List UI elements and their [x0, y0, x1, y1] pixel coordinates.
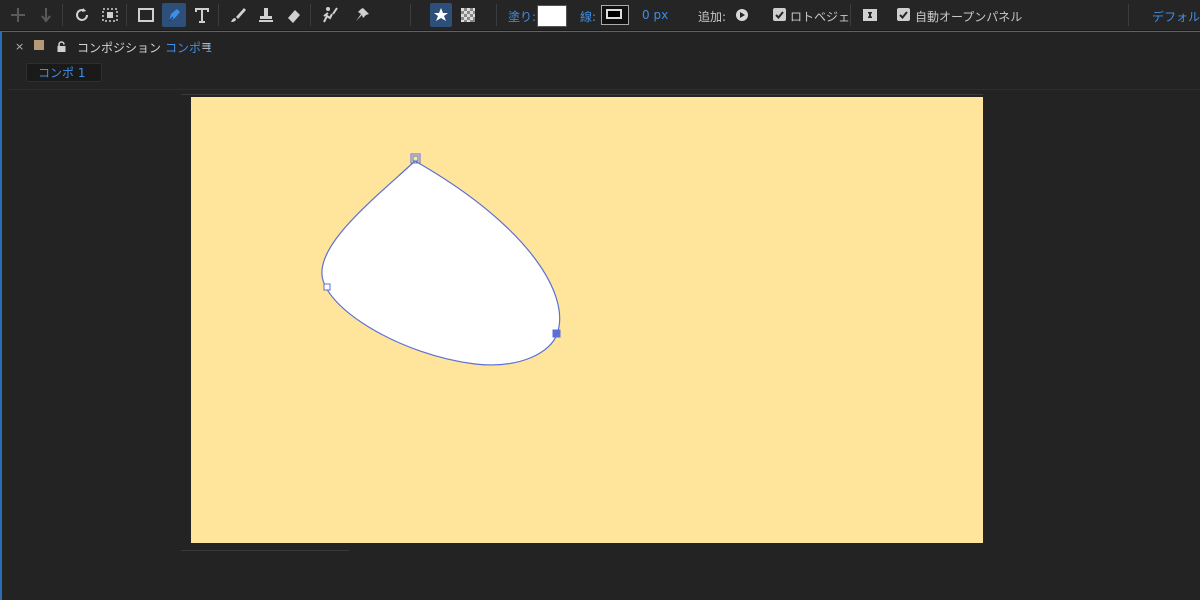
pan-behind-tool-icon[interactable] [98, 3, 122, 27]
clone-stamp-tool-icon[interactable] [254, 3, 278, 27]
shape-layer-svg [321, 153, 561, 366]
tools-toolbar: 塗り: 線: 0 px 追加: ロトベジェ 自動オープンパネル デフォルト [0, 0, 1200, 31]
vertex-bottom-right-handle[interactable] [552, 329, 561, 338]
panel-focus-border [0, 31, 1200, 32]
fill-label[interactable]: 塗り: [508, 8, 536, 25]
eraser-tool-icon[interactable] [282, 3, 306, 27]
rotobezier-checkbox[interactable] [773, 8, 786, 21]
star-fill-option-icon[interactable] [430, 3, 452, 27]
brush-tool-icon[interactable] [226, 3, 250, 27]
checker-transparency-icon[interactable] [457, 3, 479, 27]
add-label: 追加: [698, 10, 727, 24]
type-tool-icon[interactable] [190, 3, 214, 27]
fill-color-swatch[interactable] [537, 5, 567, 27]
pen-tool-icon[interactable] [162, 3, 186, 27]
rotobezier-label: ロトベジェ [790, 10, 851, 24]
add-play-icon[interactable] [734, 3, 750, 27]
panel-title-prefix: コンポジション [77, 41, 162, 55]
mask-shape-path[interactable] [321, 160, 561, 366]
close-panel-icon[interactable]: × [15, 40, 24, 53]
rotate-tool-icon[interactable] [70, 3, 94, 27]
auto-open-panel-checkbox[interactable] [897, 8, 910, 21]
toggle-panel-icon[interactable] [860, 3, 880, 27]
viewer-divider [8, 89, 1200, 90]
home-tool-icon[interactable] [6, 3, 30, 27]
anchor-tool-icon[interactable] [34, 3, 58, 27]
lock-icon[interactable] [56, 38, 67, 57]
stroke-label[interactable]: 線: [580, 8, 596, 25]
panel-title[interactable]: コンポジション コンポ 1 [77, 39, 212, 56]
label-color-box[interactable] [34, 40, 44, 50]
comp-tab[interactable]: コンポ 1 [26, 63, 102, 82]
stroke-width-value[interactable]: 0 px [642, 8, 668, 22]
panel-focus-border-left [0, 31, 2, 600]
viewer-edge [181, 94, 983, 95]
puppet-pin-tool-icon[interactable] [350, 3, 374, 27]
roto-brush-tool-icon[interactable] [318, 3, 342, 27]
vertex-top-inner[interactable] [412, 155, 419, 162]
vertex-left-handle[interactable] [323, 283, 331, 291]
composition-canvas[interactable] [191, 97, 983, 543]
viewer-lower-edge [181, 550, 349, 551]
workspace-default[interactable]: デフォルト [1152, 8, 1200, 25]
panel-menu-icon[interactable]: ≡ [201, 39, 212, 54]
stroke-color-swatch[interactable] [601, 5, 629, 25]
auto-open-panel-label: 自動オープンパネル [915, 10, 1023, 24]
rectangle-tool-icon[interactable] [134, 3, 158, 27]
